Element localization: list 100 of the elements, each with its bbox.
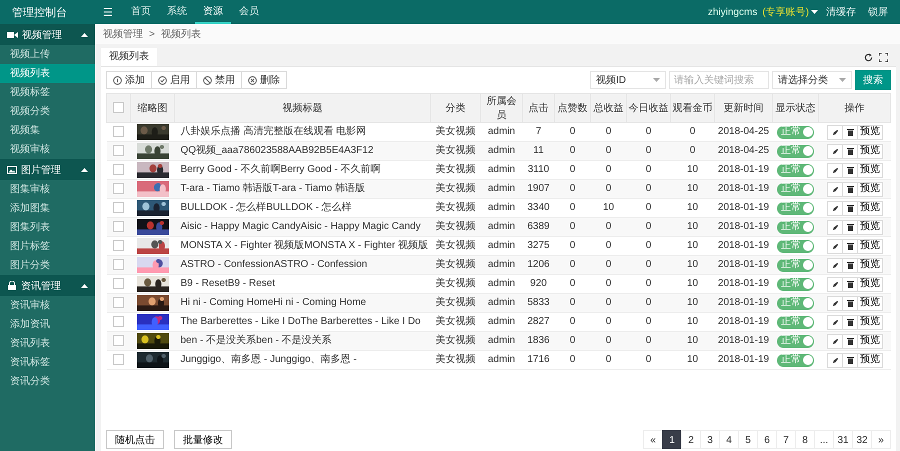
delete-button[interactable] — [842, 276, 858, 292]
edit-button[interactable] — [827, 200, 843, 216]
menu-icon[interactable]: ☰ — [103, 6, 113, 18]
sidebar-item[interactable]: 资讯标签 — [0, 353, 95, 372]
page-link[interactable]: 32 — [852, 430, 872, 449]
sidebar-item[interactable]: 图片标签 — [0, 237, 95, 256]
delete-button[interactable] — [842, 182, 858, 196]
user-name[interactable]: zhiyingcms — [708, 6, 758, 18]
sidebar-item[interactable]: 图集列表 — [0, 218, 95, 237]
enable-button[interactable]: 启用 — [151, 71, 197, 89]
edit-button[interactable] — [827, 124, 843, 140]
edit-button[interactable] — [827, 162, 843, 178]
edit-button[interactable] — [827, 182, 843, 196]
sidebar-item[interactable]: 图集审核 — [0, 180, 95, 199]
search-field[interactable]: 请输入关键词搜索 — [669, 71, 769, 89]
delete-button[interactable] — [842, 162, 858, 178]
footer-button[interactable]: 随机点击 — [106, 430, 164, 449]
preview-button[interactable]: 预览 — [857, 200, 883, 216]
row-checkbox[interactable] — [113, 335, 124, 346]
preview-button[interactable]: 预览 — [857, 182, 883, 196]
preview-button[interactable]: 预览 — [857, 220, 883, 234]
preview-button[interactable]: 预览 — [857, 124, 883, 140]
edit-button[interactable] — [827, 220, 843, 234]
page-link[interactable]: 4 — [719, 430, 739, 449]
delete-button[interactable]: 删除 — [241, 71, 287, 89]
nav-tab[interactable]: 系统 — [158, 0, 195, 24]
row-checkbox[interactable] — [113, 126, 124, 138]
select-all-checkbox[interactable] — [113, 102, 124, 114]
breadcrumb-link[interactable]: 视频管理 — [103, 27, 143, 41]
edit-button[interactable] — [827, 276, 843, 292]
page-link[interactable]: ... — [814, 430, 834, 449]
sidebar-item[interactable]: 视频审核 — [0, 140, 95, 159]
delete-button[interactable] — [842, 296, 858, 310]
delete-button[interactable] — [842, 258, 858, 272]
delete-button[interactable] — [842, 200, 858, 216]
row-checkbox[interactable] — [113, 297, 124, 308]
row-checkbox[interactable] — [113, 202, 124, 214]
header-link[interactable]: 锁屏 — [868, 5, 888, 19]
preview-button[interactable]: 预览 — [857, 352, 883, 368]
page-link[interactable]: 5 — [738, 430, 758, 449]
caret-icon[interactable] — [811, 10, 818, 14]
delete-button[interactable] — [842, 144, 858, 158]
nav-tab[interactable]: 会员 — [230, 0, 267, 24]
sidebar-item[interactable]: 视频标签 — [0, 83, 95, 102]
sidebar-group[interactable]: 图片管理 — [0, 159, 95, 180]
delete-button[interactable] — [842, 334, 858, 348]
sidebar-item[interactable]: 视频集 — [0, 121, 95, 140]
edit-button[interactable] — [827, 352, 843, 368]
page-link[interactable]: 7 — [776, 430, 796, 449]
account-badge[interactable]: (专享账号) — [762, 5, 809, 19]
sidebar-item[interactable]: 图片分类 — [0, 256, 95, 275]
add-button[interactable]: 添加 — [106, 71, 152, 89]
preview-button[interactable]: 预览 — [857, 144, 883, 158]
edit-button[interactable] — [827, 296, 843, 310]
preview-button[interactable]: 预览 — [857, 296, 883, 310]
sidebar-item[interactable]: 资讯分类 — [0, 372, 95, 391]
page-link[interactable]: 3 — [700, 430, 720, 449]
page-link[interactable]: 8 — [795, 430, 815, 449]
sidebar-item[interactable]: 视频列表 — [0, 64, 95, 83]
sidebar-group[interactable]: 资讯管理 — [0, 275, 95, 296]
row-checkbox[interactable] — [113, 183, 124, 194]
disable-button[interactable]: 禁用 — [196, 71, 242, 89]
page-link[interactable]: 2 — [681, 430, 701, 449]
delete-button[interactable] — [842, 352, 858, 368]
edit-button[interactable] — [827, 144, 843, 158]
edit-button[interactable] — [827, 238, 843, 254]
row-checkbox[interactable] — [113, 240, 124, 252]
edit-button[interactable] — [827, 314, 843, 330]
caret-up-icon[interactable] — [81, 168, 88, 172]
preview-button[interactable]: 预览 — [857, 334, 883, 348]
sidebar-item[interactable]: 视频分类 — [0, 102, 95, 121]
sidebar-item[interactable]: 资讯审核 — [0, 296, 95, 315]
sidebar-group[interactable]: 视频管理 — [0, 24, 95, 45]
page-link[interactable]: 1 — [662, 430, 682, 449]
row-checkbox[interactable] — [113, 259, 124, 270]
preview-button[interactable]: 预览 — [857, 238, 883, 254]
page-link[interactable]: 6 — [757, 430, 777, 449]
preview-button[interactable]: 预览 — [857, 276, 883, 292]
fullscreen-icon[interactable] — [879, 52, 888, 62]
tab[interactable]: 视频列表 — [101, 48, 157, 66]
refresh-icon[interactable] — [864, 52, 873, 62]
row-checkbox[interactable] — [113, 164, 124, 176]
delete-button[interactable] — [842, 314, 858, 330]
nav-tab[interactable]: 首页 — [122, 0, 159, 24]
sidebar-item[interactable]: 添加图集 — [0, 199, 95, 218]
preview-button[interactable]: 预览 — [857, 258, 883, 272]
caret-up-icon[interactable] — [81, 32, 88, 36]
caret-up-icon[interactable] — [81, 284, 88, 288]
header-link[interactable]: 清缓存 — [826, 5, 856, 19]
delete-button[interactable] — [842, 220, 858, 234]
row-checkbox[interactable] — [113, 145, 124, 156]
edit-button[interactable] — [827, 334, 843, 348]
row-checkbox[interactable] — [113, 354, 124, 366]
page-link[interactable]: 31 — [833, 430, 853, 449]
next-page-link[interactable]: » — [871, 430, 891, 449]
sidebar-item[interactable]: 资讯列表 — [0, 334, 95, 353]
preview-button[interactable]: 预览 — [857, 162, 883, 178]
category-select[interactable]: 请选择分类 — [772, 71, 852, 89]
preview-button[interactable]: 预览 — [857, 314, 883, 330]
row-checkbox[interactable] — [113, 221, 124, 232]
